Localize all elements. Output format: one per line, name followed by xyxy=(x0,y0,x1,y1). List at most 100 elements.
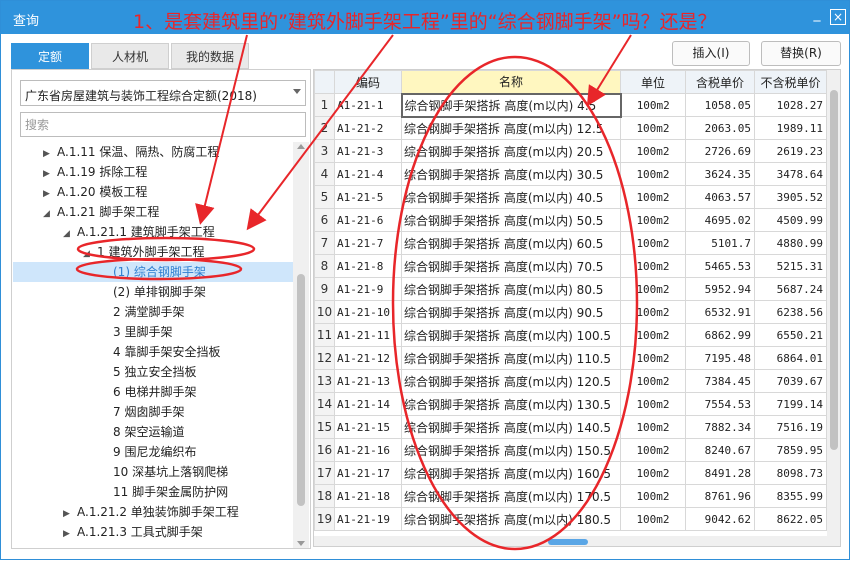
col-header-name[interactable]: 名称 xyxy=(401,70,621,94)
cell-unit[interactable]: 100m2 xyxy=(620,208,686,232)
cell-tax-price[interactable]: 7195.48 xyxy=(685,346,755,370)
cell-code[interactable]: A1-21-11 xyxy=(334,323,402,347)
cell-tax-price[interactable]: 8761.96 xyxy=(685,484,755,508)
table-row[interactable]: 18 A1-21-18 综合钢脚手架搭拆 高度(m以内) 170.5 100m2 876… xyxy=(314,484,827,508)
table-row[interactable]: 4 A1-21-4 综合钢脚手架搭拆 高度(m以内) 30.5 100m2 3624.3… xyxy=(314,162,827,186)
table-row[interactable]: 17 A1-21-17 综合钢脚手架搭拆 高度(m以内) 160.5 100m2 849… xyxy=(314,461,827,485)
cell-notax-price[interactable]: 8355.99 xyxy=(754,484,827,508)
cell-name[interactable]: 综合钢脚手架搭拆 高度(m以内) 40.5 xyxy=(401,185,621,209)
cell-unit[interactable]: 100m2 xyxy=(620,392,686,416)
close-icon[interactable]: × xyxy=(830,9,846,25)
cell-name[interactable]: 综合钢脚手架搭拆 高度(m以内) 70.5 xyxy=(401,254,621,278)
tree-node[interactable]: ▶ A.1.20 模板工程 xyxy=(43,182,147,202)
cell-unit[interactable]: 100m2 xyxy=(620,323,686,347)
tree-node[interactable]: 4 靠脚手架安全挡板 xyxy=(99,342,220,362)
row-number[interactable]: 4 xyxy=(314,162,335,186)
row-number[interactable]: 1 xyxy=(314,93,335,117)
table-vscroll-thumb[interactable] xyxy=(830,90,838,450)
cell-unit[interactable]: 100m2 xyxy=(620,507,686,531)
table-row[interactable]: 2 A1-21-2 综合钢脚手架搭拆 高度(m以内) 12.5 100m2 2063.0… xyxy=(314,116,827,140)
row-number[interactable]: 15 xyxy=(314,415,335,439)
tree-scrollbar[interactable] xyxy=(293,142,309,548)
table-row[interactable]: 5 A1-21-5 综合钢脚手架搭拆 高度(m以内) 40.5 100m2 4063.5… xyxy=(314,185,827,209)
row-number[interactable]: 2 xyxy=(314,116,335,140)
row-number[interactable]: 10 xyxy=(314,300,335,324)
cell-notax-price[interactable]: 5215.31 xyxy=(754,254,827,278)
row-number[interactable]: 16 xyxy=(314,438,335,462)
cell-notax-price[interactable]: 5687.24 xyxy=(754,277,827,301)
cell-code[interactable]: A1-21-19 xyxy=(334,507,402,531)
expand-toggle-icon[interactable]: ▶ xyxy=(43,164,57,184)
search-input[interactable] xyxy=(20,112,306,137)
cell-name[interactable]: 综合钢脚手架搭拆 高度(m以内) 20.5 xyxy=(401,139,621,163)
cell-unit[interactable]: 100m2 xyxy=(620,438,686,462)
cell-tax-price[interactable]: 5465.53 xyxy=(685,254,755,278)
cell-tax-price[interactable]: 6532.91 xyxy=(685,300,755,324)
table-row[interactable]: 19 A1-21-19 综合钢脚手架搭拆 高度(m以内) 180.5 100m2 904… xyxy=(314,507,827,531)
col-header-unit[interactable]: 单位 xyxy=(620,70,686,94)
row-number[interactable]: 11 xyxy=(314,323,335,347)
row-number[interactable]: 19 xyxy=(314,507,335,531)
minimize-icon[interactable]: _ xyxy=(809,7,825,25)
cell-code[interactable]: A1-21-10 xyxy=(334,300,402,324)
cell-unit[interactable]: 100m2 xyxy=(620,461,686,485)
cell-code[interactable]: A1-21-15 xyxy=(334,415,402,439)
tree-node[interactable]: (2) 单排钢脚手架 xyxy=(99,282,206,302)
cell-name[interactable]: 综合钢脚手架搭拆 高度(m以内) 110.5 xyxy=(401,346,621,370)
table-row[interactable]: 7 A1-21-7 综合钢脚手架搭拆 高度(m以内) 60.5 100m2 5101.7… xyxy=(314,231,827,255)
table-row[interactable]: 10 A1-21-10 综合钢脚手架搭拆 高度(m以内) 90.5 100m2 6532… xyxy=(314,300,827,324)
scroll-down-icon[interactable] xyxy=(297,541,305,546)
table-hscrollbar[interactable] xyxy=(314,536,827,546)
expand-toggle-icon[interactable]: ▶ xyxy=(43,184,57,204)
replace-button[interactable]: 替换(R) xyxy=(761,41,841,66)
cell-code[interactable]: A1-21-8 xyxy=(334,254,402,278)
cell-tax-price[interactable]: 5101.7 xyxy=(685,231,755,255)
library-select[interactable]: 广东省房屋建筑与装饰工程综合定额(2018) xyxy=(20,80,306,106)
table-row[interactable]: 11 A1-21-11 综合钢脚手架搭拆 高度(m以内) 100.5 100m2 686… xyxy=(314,323,827,347)
tree-node[interactable]: 7 烟囱脚手架 xyxy=(99,402,184,422)
cell-code[interactable]: A1-21-7 xyxy=(334,231,402,255)
cell-tax-price[interactable]: 2726.69 xyxy=(685,139,755,163)
cell-code[interactable]: A1-21-13 xyxy=(334,369,402,393)
cell-notax-price[interactable]: 7859.95 xyxy=(754,438,827,462)
tree-node[interactable]: ◢ A.1.21.1 建筑脚手架工程 xyxy=(63,222,215,242)
cell-unit[interactable]: 100m2 xyxy=(620,162,686,186)
cell-name[interactable]: 综合钢脚手架搭拆 高度(m以内) 50.5 xyxy=(401,208,621,232)
tree-node[interactable]: 10 深基坑上落钢爬梯 xyxy=(99,462,228,482)
cell-tax-price[interactable]: 7384.45 xyxy=(685,369,755,393)
cell-tax-price[interactable]: 7882.34 xyxy=(685,415,755,439)
cell-notax-price[interactable]: 4880.99 xyxy=(754,231,827,255)
tree-node[interactable]: 11 脚手架金属防护网 xyxy=(99,482,228,502)
cell-unit[interactable]: 100m2 xyxy=(620,116,686,140)
cell-code[interactable]: A1-21-18 xyxy=(334,484,402,508)
table-row[interactable]: 3 A1-21-3 综合钢脚手架搭拆 高度(m以内) 20.5 100m2 2726.6… xyxy=(314,139,827,163)
cell-tax-price[interactable]: 2063.05 xyxy=(685,116,755,140)
cell-unit[interactable]: 100m2 xyxy=(620,93,686,117)
cell-notax-price[interactable]: 3905.52 xyxy=(754,185,827,209)
cell-name[interactable]: 综合钢脚手架搭拆 高度(m以内) 120.5 xyxy=(401,369,621,393)
table-row[interactable]: 14 A1-21-14 综合钢脚手架搭拆 高度(m以内) 130.5 100m2 755… xyxy=(314,392,827,416)
cell-tax-price[interactable]: 4063.57 xyxy=(685,185,755,209)
expand-toggle-icon[interactable]: ◢ xyxy=(63,224,77,244)
cell-name[interactable]: 综合钢脚手架搭拆 高度(m以内) 30.5 xyxy=(401,162,621,186)
cell-name[interactable]: 综合钢脚手架搭拆 高度(m以内) 150.5 xyxy=(401,438,621,462)
cell-code[interactable]: A1-21-16 xyxy=(334,438,402,462)
cell-tax-price[interactable]: 3624.35 xyxy=(685,162,755,186)
col-header-code[interactable]: 编码 xyxy=(334,70,402,94)
cell-tax-price[interactable]: 1058.05 xyxy=(685,93,755,117)
cell-name[interactable]: 综合钢脚手架搭拆 高度(m以内) 60.5 xyxy=(401,231,621,255)
col-header-notax-price[interactable]: 不含税单价 xyxy=(754,70,827,94)
tree-node[interactable]: ▶ A.1.21.2 单独装饰脚手架工程 xyxy=(63,502,239,522)
cell-unit[interactable]: 100m2 xyxy=(620,369,686,393)
expand-toggle-icon[interactable]: ◢ xyxy=(83,244,97,264)
table-row[interactable]: 13 A1-21-13 综合钢脚手架搭拆 高度(m以内) 120.5 100m2 738… xyxy=(314,369,827,393)
cell-unit[interactable]: 100m2 xyxy=(620,277,686,301)
cell-name[interactable]: 综合钢脚手架搭拆 高度(m以内) 100.5 xyxy=(401,323,621,347)
cell-notax-price[interactable]: 2619.23 xyxy=(754,139,827,163)
cell-code[interactable]: A1-21-17 xyxy=(334,461,402,485)
row-number[interactable]: 8 xyxy=(314,254,335,278)
tree-node[interactable]: ▶ A.1.11 保温、隔热、防腐工程 xyxy=(43,142,219,162)
tab-my-data[interactable]: 我的数据 xyxy=(171,43,249,69)
cell-code[interactable]: A1-21-14 xyxy=(334,392,402,416)
tree-node[interactable]: (1) 综合钢脚手架 xyxy=(13,262,293,282)
